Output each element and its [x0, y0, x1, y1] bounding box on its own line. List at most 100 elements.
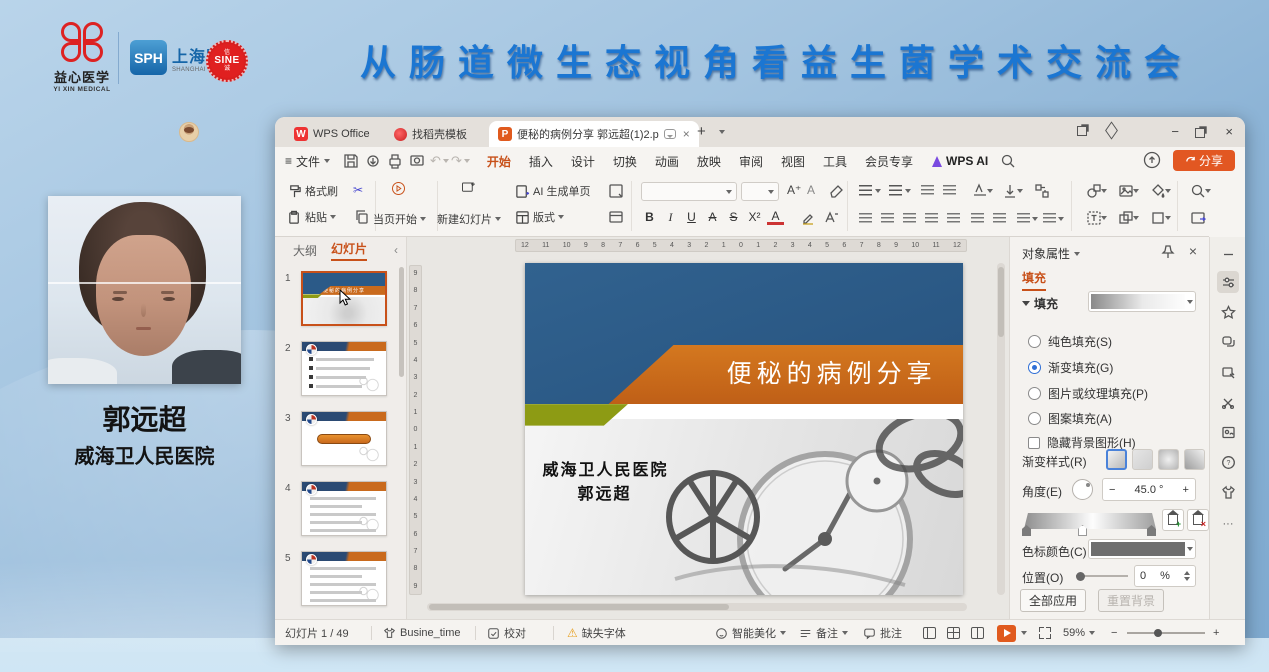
- ai-generate-page-button[interactable]: AI 生成单页: [515, 183, 590, 199]
- decrease-indent-icon[interactable]: [921, 185, 934, 196]
- wps-ai-menu[interactable]: WPS AI: [932, 154, 988, 168]
- save-icon[interactable]: [343, 153, 359, 169]
- play-from-page-button[interactable]: 当页开始: [373, 211, 426, 227]
- restore-button[interactable]: [1195, 126, 1205, 141]
- radio-icon[interactable]: [1028, 387, 1041, 400]
- menu-item-5[interactable]: 放映: [688, 148, 730, 175]
- normal-view-icon[interactable]: [923, 620, 936, 646]
- position-spinner[interactable]: [1184, 571, 1190, 581]
- user-avatar[interactable]: [179, 122, 199, 142]
- slides-panel-scrollbar[interactable]: [399, 267, 404, 377]
- text-box-icon[interactable]: [1086, 210, 1102, 226]
- object-properties-icon[interactable]: [1217, 271, 1239, 293]
- numbered-list-icon[interactable]: [889, 185, 902, 196]
- shape-outline-icon[interactable]: [1150, 210, 1166, 226]
- font-button-a[interactable]: A: [767, 210, 784, 225]
- collapse-panel-icon[interactable]: ‹: [394, 243, 398, 257]
- fill-option-1[interactable]: 渐变填充(G): [1028, 359, 1113, 376]
- insert-image-icon[interactable]: [1118, 183, 1134, 199]
- fill-section-header[interactable]: 填充: [1022, 295, 1058, 312]
- design-tools-icon[interactable]: [1217, 361, 1239, 383]
- menu-item-3[interactable]: 切换: [604, 148, 646, 175]
- gradient-style-2[interactable]: [1132, 449, 1153, 470]
- font-button-u[interactable]: U: [683, 210, 700, 225]
- text-highlight-icon[interactable]: [800, 210, 816, 226]
- slide-thumbnail-5[interactable]: [301, 551, 387, 606]
- text-align-vertical-icon[interactable]: [1043, 213, 1056, 224]
- slide-sorter-view-icon[interactable]: [947, 620, 960, 646]
- fill-tab[interactable]: 填充: [1022, 269, 1046, 291]
- fill-option-0[interactable]: 纯色填充(S): [1028, 333, 1112, 350]
- font-button-x²[interactable]: X²: [746, 210, 763, 225]
- tab-slides[interactable]: 幻灯片: [331, 240, 367, 261]
- slide-thumbnail-1[interactable]: 便秘的病例分享: [301, 271, 387, 326]
- fullscreen-icon[interactable]: [1039, 620, 1051, 646]
- close-button[interactable]: ×: [1225, 124, 1233, 139]
- line-spacing-down-icon[interactable]: [993, 213, 1006, 224]
- slideshow-options-caret[interactable]: [1021, 620, 1027, 646]
- convert-smartart-icon[interactable]: [1034, 183, 1050, 199]
- tab-docer-templates[interactable]: 找稻壳模板: [385, 121, 476, 147]
- zoom-out-button[interactable]: −: [1111, 620, 1117, 646]
- notes-button[interactable]: 备注: [799, 620, 848, 646]
- close-panel-icon[interactable]: ×: [1189, 243, 1197, 259]
- slide-thumbnail-2[interactable]: [301, 341, 387, 396]
- text-direction-icon[interactable]: [1002, 183, 1018, 199]
- horizontal-scrollbar[interactable]: [427, 603, 967, 611]
- export-icon[interactable]: [365, 153, 381, 169]
- gradient-style-corner[interactable]: [1184, 449, 1205, 470]
- radio-icon[interactable]: [1028, 412, 1041, 425]
- gradient-stops-bar[interactable]: [1024, 513, 1156, 529]
- redo-icon[interactable]: ↷: [451, 153, 462, 169]
- angle-dial[interactable]: [1072, 479, 1093, 500]
- gradient-style-radial[interactable]: [1158, 449, 1179, 470]
- angle-plus-button[interactable]: +: [1183, 484, 1189, 496]
- add-gradient-stop-button[interactable]: +: [1162, 509, 1184, 531]
- cloud-upload-icon[interactable]: [1143, 151, 1161, 172]
- menu-item-2[interactable]: 设计: [562, 148, 604, 175]
- new-slide-icon[interactable]: [461, 180, 476, 195]
- menu-item-4[interactable]: 动画: [646, 148, 688, 175]
- angle-value[interactable]: 45.0: [1135, 484, 1156, 496]
- pin-icon[interactable]: [1161, 245, 1175, 262]
- format-painter-button[interactable]: 格式刷: [287, 183, 338, 199]
- print-icon[interactable]: [387, 153, 403, 169]
- gradient-preview-dropdown[interactable]: [1088, 291, 1196, 312]
- menu-item-9[interactable]: 会员专享: [856, 148, 922, 175]
- menu-item-6[interactable]: 审阅: [730, 148, 772, 175]
- tab-active-document[interactable]: P 便秘的病例分享 郭远超(1)2.p ×: [489, 121, 699, 147]
- phonetic-guide-icon[interactable]: [823, 210, 839, 226]
- properties-title[interactable]: 对象属性: [1022, 245, 1080, 262]
- slideshow-play-button[interactable]: [997, 620, 1016, 646]
- find-replace-icon[interactable]: [1190, 183, 1206, 199]
- slide-canvas[interactable]: 便秘的病例分享: [525, 263, 963, 595]
- menu-item-7[interactable]: 视图: [772, 148, 814, 175]
- fill-color-icon[interactable]: [1150, 183, 1166, 199]
- fill-option-3[interactable]: 图案填充(A): [1028, 410, 1112, 427]
- decrease-font-icon[interactable]: A: [807, 183, 815, 197]
- line-spacing-up-icon[interactable]: [971, 213, 984, 224]
- play-from-page-icon[interactable]: [391, 181, 406, 196]
- copy-window-icon[interactable]: [1077, 124, 1087, 139]
- new-slide-button[interactable]: 新建幻灯片: [437, 211, 501, 227]
- menu-item-0[interactable]: 开始: [478, 148, 520, 175]
- font-button-i[interactable]: I: [662, 210, 679, 225]
- copy-icon[interactable]: [354, 209, 370, 225]
- toolbox-icon[interactable]: [1217, 391, 1239, 413]
- theme-name[interactable]: Busine_time: [383, 620, 461, 646]
- angle-minus-button[interactable]: −: [1109, 484, 1115, 496]
- search-icon[interactable]: [1000, 153, 1016, 169]
- select-pane-icon[interactable]: [608, 183, 624, 199]
- stop-color-dropdown[interactable]: [1088, 539, 1196, 559]
- section-icon[interactable]: [608, 209, 624, 225]
- apply-all-button[interactable]: 全部应用: [1020, 589, 1086, 612]
- insert-shape-icon[interactable]: [1086, 183, 1102, 199]
- effects-star-icon[interactable]: [1217, 301, 1239, 323]
- radio-icon[interactable]: [1028, 335, 1041, 348]
- clear-format-icon[interactable]: [828, 183, 844, 199]
- minimize-button[interactable]: −: [1171, 124, 1179, 139]
- layout-button[interactable]: 版式: [515, 209, 564, 225]
- position-slider[interactable]: [1076, 575, 1128, 577]
- paste-button[interactable]: 粘贴: [287, 209, 336, 225]
- smart-beautify-button[interactable]: 智能美化: [715, 620, 786, 646]
